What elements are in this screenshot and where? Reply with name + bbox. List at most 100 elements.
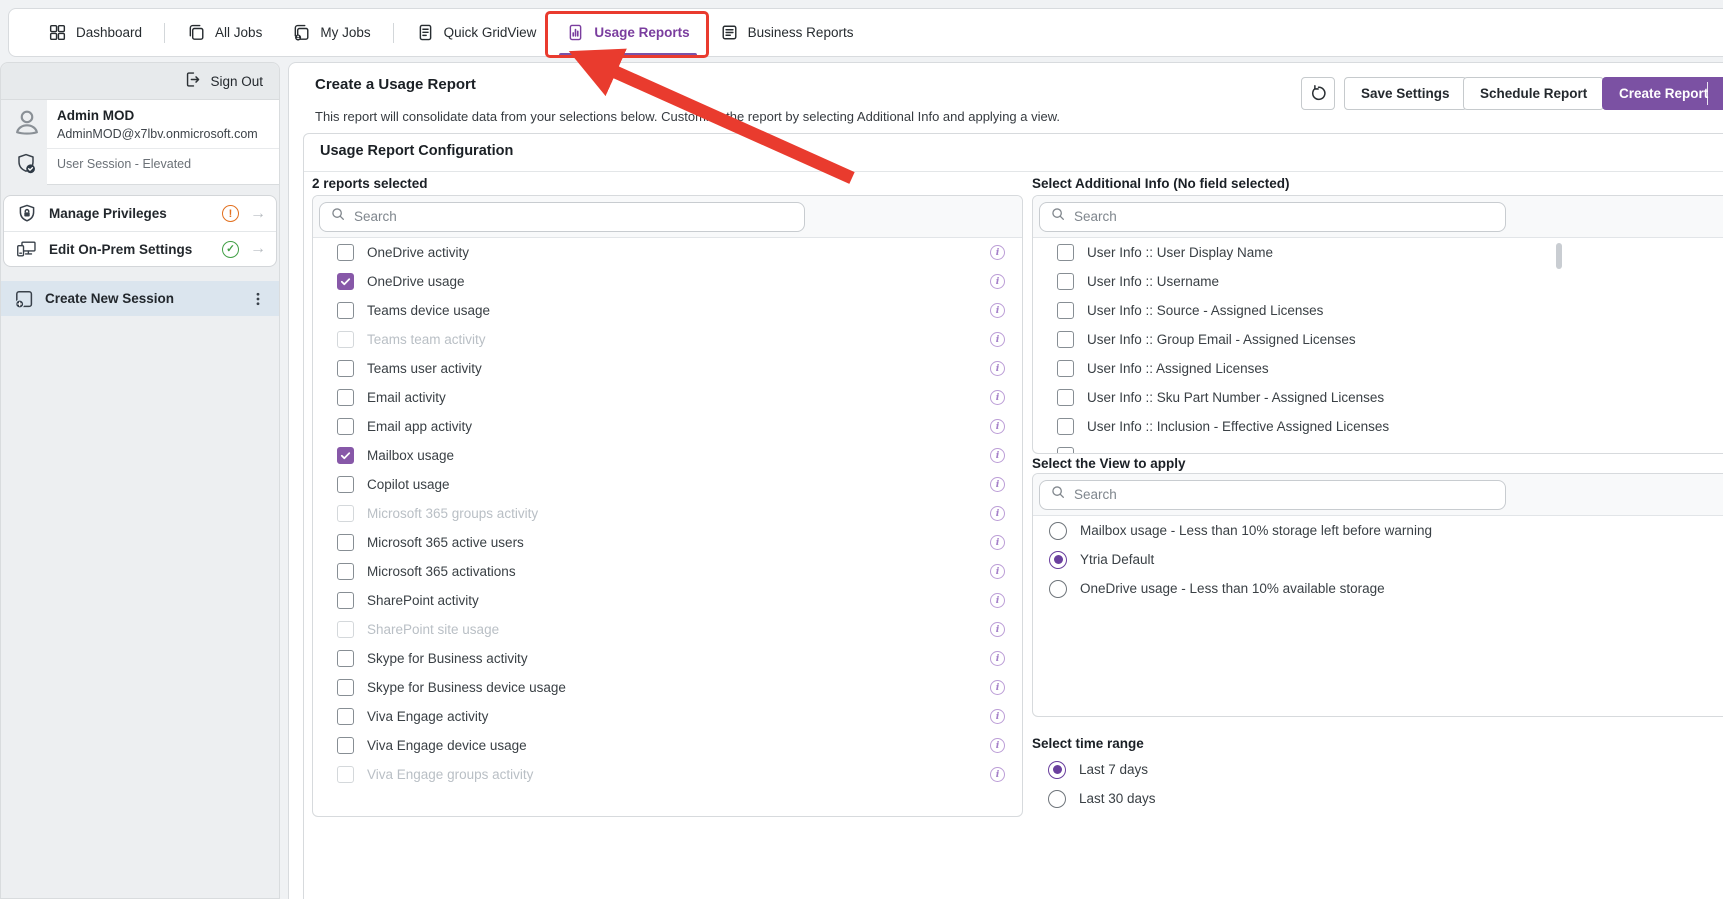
sidebar-item-manage-privileges[interactable]: Manage Privileges!→ — [4, 196, 276, 231]
report-row[interactable]: Copilot usagei — [313, 470, 1022, 499]
additional-info-row-checkbox[interactable] — [1057, 360, 1074, 377]
nav-item-business-reports[interactable]: Business Reports — [705, 9, 869, 56]
additional-info-row-partial[interactable] — [1033, 441, 1723, 454]
arrow-right-icon[interactable]: → — [250, 241, 266, 257]
info-icon[interactable]: i — [990, 709, 1005, 724]
views-search-input[interactable] — [1074, 487, 1495, 502]
reset-button[interactable] — [1301, 77, 1335, 110]
report-row[interactable]: OneDrive activityi — [313, 238, 1022, 267]
report-row[interactable]: Teams team activityi — [313, 325, 1022, 354]
save-settings-button[interactable]: Save Settings — [1344, 77, 1467, 110]
report-row[interactable]: Skype for Business device usagei — [313, 673, 1022, 702]
additional-info-row-partial-checkbox[interactable] — [1057, 447, 1074, 454]
scrollbar-thumb[interactable] — [1556, 243, 1562, 269]
create-new-session-button[interactable]: Create New Session — [1, 281, 279, 316]
report-row-checkbox[interactable] — [337, 389, 354, 406]
nav-item-usage-reports[interactable]: Usage Reports — [551, 9, 704, 56]
report-row[interactable]: Viva Engage groups activityi — [313, 760, 1022, 789]
report-row-checkbox[interactable] — [337, 418, 354, 435]
nav-item-all-jobs[interactable]: All Jobs — [172, 9, 277, 56]
view-radio[interactable] — [1049, 551, 1067, 569]
report-row[interactable]: Email activityi — [313, 383, 1022, 412]
report-row[interactable]: Microsoft 365 groups activityi — [313, 499, 1022, 528]
additional-info-row[interactable]: User Info :: User Display Name — [1033, 238, 1723, 267]
report-row-checkbox[interactable] — [337, 563, 354, 580]
nav-item-my-jobs[interactable]: My Jobs — [277, 9, 385, 56]
sign-out-button[interactable]: Sign Out — [1, 63, 279, 100]
additional-info-row-checkbox[interactable] — [1057, 418, 1074, 435]
report-row-checkbox[interactable] — [337, 244, 354, 261]
additional-info-row[interactable]: User Info :: Inclusion - Effective Assig… — [1033, 412, 1723, 441]
view-row[interactable]: Ytria Defaulti — [1033, 545, 1723, 574]
report-row-checkbox[interactable] — [337, 708, 354, 725]
additional-info-row-checkbox[interactable] — [1057, 302, 1074, 319]
additional-info-row-checkbox[interactable] — [1057, 389, 1074, 406]
additional-info-row[interactable]: User Info :: Username — [1033, 267, 1723, 296]
report-row[interactable]: SharePoint site usagei — [313, 615, 1022, 644]
time-range-option[interactable]: Last 7 days — [1040, 755, 1164, 784]
view-radio[interactable] — [1049, 522, 1067, 540]
info-icon[interactable]: i — [990, 448, 1005, 463]
nav-item-quick-gridview[interactable]: Quick GridView — [401, 9, 552, 56]
info-icon[interactable]: i — [990, 506, 1005, 521]
additional-info-row[interactable]: User Info :: Source - Assigned Licenses — [1033, 296, 1723, 325]
report-row-checkbox[interactable] — [337, 360, 354, 377]
sidebar-item-edit-on-prem-settings[interactable]: Edit On-Prem Settings✓→ — [4, 231, 276, 266]
report-row[interactable]: OneDrive usagei — [313, 267, 1022, 296]
additional-info-row[interactable]: User Info :: Sku Part Number - Assigned … — [1033, 383, 1723, 412]
additional-info-row[interactable]: User Info :: Assigned Licenses — [1033, 354, 1723, 383]
report-row-checkbox[interactable] — [337, 679, 354, 696]
report-row[interactable]: Viva Engage activityi — [313, 702, 1022, 731]
time-range-option[interactable]: Last 30 days — [1040, 784, 1164, 813]
additional-info-row[interactable]: User Info :: Group Email - Assigned Lice… — [1033, 325, 1723, 354]
info-icon[interactable]: i — [990, 738, 1005, 753]
info-icon[interactable]: i — [990, 332, 1005, 347]
info-icon[interactable]: i — [990, 361, 1005, 376]
report-row[interactable]: SharePoint activityi — [313, 586, 1022, 615]
report-row-checkbox[interactable] — [337, 273, 354, 290]
report-row[interactable]: Email app activityi — [313, 412, 1022, 441]
time-range-radio[interactable] — [1048, 790, 1066, 808]
report-row-checkbox[interactable] — [337, 737, 354, 754]
report-row[interactable]: Skype for Business activityi — [313, 644, 1022, 673]
report-row-checkbox[interactable] — [337, 534, 354, 551]
arrow-right-icon[interactable]: → — [250, 206, 266, 222]
report-row[interactable]: Teams user activityi — [313, 354, 1022, 383]
additional-info-row-checkbox[interactable] — [1057, 244, 1074, 261]
view-row[interactable]: OneDrive usage - Less than 10% available… — [1033, 574, 1723, 603]
info-icon[interactable]: i — [990, 564, 1005, 579]
info-icon[interactable]: i — [990, 767, 1005, 782]
info-icon[interactable]: i — [990, 274, 1005, 289]
schedule-report-button[interactable]: Schedule Report — [1463, 77, 1604, 110]
report-row-checkbox[interactable] — [337, 592, 354, 609]
kebab-menu-icon[interactable] — [249, 290, 267, 308]
info-icon[interactable]: i — [990, 419, 1005, 434]
report-row[interactable]: Mailbox usagei — [313, 441, 1022, 470]
report-row-checkbox[interactable] — [337, 302, 354, 319]
view-row[interactable]: Mailbox usage - Less than 10% storage le… — [1033, 516, 1723, 545]
report-row[interactable]: Teams device usagei — [313, 296, 1022, 325]
additional-info-row-checkbox[interactable] — [1057, 331, 1074, 348]
create-report-button[interactable]: Create Report — [1602, 77, 1723, 110]
additional-info-row-checkbox[interactable] — [1057, 273, 1074, 290]
info-icon[interactable]: i — [990, 651, 1005, 666]
info-icon[interactable]: i — [990, 303, 1005, 318]
nav-item-dashboard[interactable]: Dashboard — [33, 9, 157, 56]
view-radio[interactable] — [1049, 580, 1067, 598]
report-row[interactable]: Viva Engage device usagei — [313, 731, 1022, 760]
info-icon[interactable]: i — [990, 390, 1005, 405]
reports-search-input[interactable] — [354, 209, 794, 224]
info-icon[interactable]: i — [990, 477, 1005, 492]
report-row[interactable]: Microsoft 365 activationsi — [313, 557, 1022, 586]
info-icon[interactable]: i — [990, 680, 1005, 695]
info-icon[interactable]: i — [990, 535, 1005, 550]
additional-info-search-input[interactable] — [1074, 209, 1495, 224]
info-icon[interactable]: i — [990, 622, 1005, 637]
time-range-radio[interactable] — [1048, 761, 1066, 779]
info-icon[interactable]: i — [990, 245, 1005, 260]
report-row[interactable]: Microsoft 365 active usersi — [313, 528, 1022, 557]
report-row-checkbox[interactable] — [337, 447, 354, 464]
report-row-checkbox[interactable] — [337, 650, 354, 667]
report-row-checkbox[interactable] — [337, 476, 354, 493]
info-icon[interactable]: i — [990, 593, 1005, 608]
